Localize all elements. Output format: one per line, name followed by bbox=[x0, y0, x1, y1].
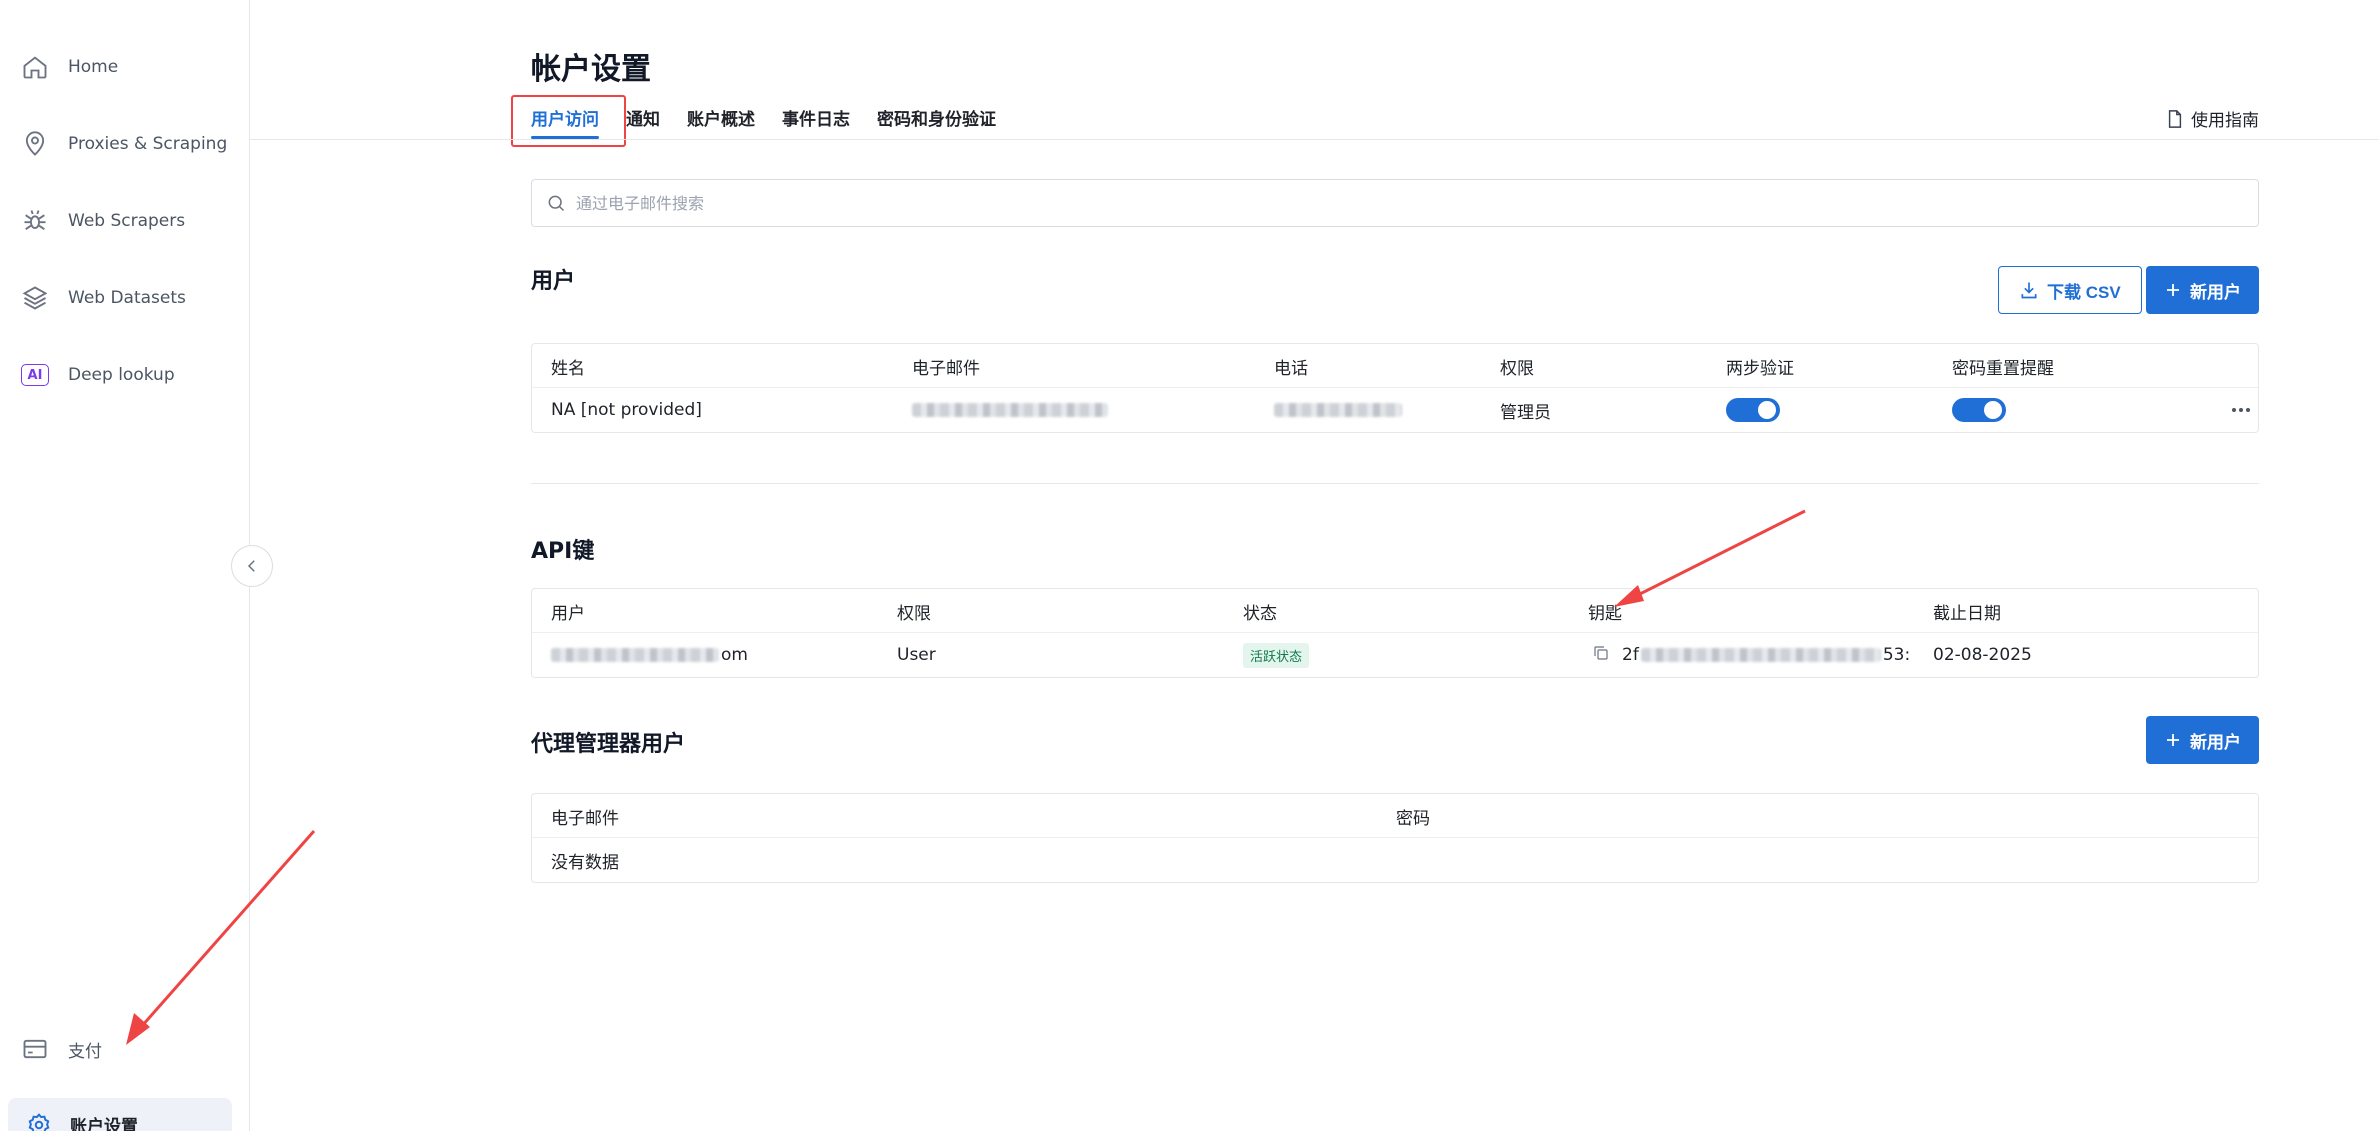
column-header: 权限 bbox=[1500, 358, 1534, 379]
api-keys-table: 用户 权限 状态 钥匙 截止日期 om User 活跃状态 2f 53: 02-… bbox=[531, 588, 2259, 678]
search-box bbox=[531, 179, 2259, 227]
copy-icon[interactable] bbox=[1592, 644, 1610, 667]
sidebar-item-deep-lookup[interactable]: AI Deep lookup bbox=[20, 355, 175, 395]
plus-icon bbox=[2167, 284, 2179, 296]
search-input[interactable] bbox=[576, 193, 2176, 213]
api-keys-section-title: API键 bbox=[531, 539, 595, 564]
sidebar-item-home[interactable]: Home bbox=[20, 47, 118, 87]
table-header-row: 用户 权限 状态 钥匙 截止日期 bbox=[532, 589, 2258, 633]
api-key-status: 活跃状态 bbox=[1243, 633, 1310, 677]
guide-link[interactable]: 使用指南 bbox=[2167, 106, 2259, 131]
download-csv-button[interactable]: 下载 CSV bbox=[1998, 266, 2142, 314]
tab-account-overview[interactable]: 账户概述 bbox=[687, 105, 755, 139]
plus-icon bbox=[2167, 734, 2179, 746]
table-header-row: 姓名 电子邮件 电话 权限 两步验证 密码重置提醒 bbox=[532, 344, 2258, 388]
card-icon bbox=[20, 1034, 50, 1064]
user-email-redacted bbox=[912, 388, 1108, 432]
table-row: NA [not provided] 管理员 bbox=[532, 388, 2258, 432]
two-factor-toggle[interactable] bbox=[1726, 398, 1780, 422]
ai-badge-icon: AI bbox=[20, 360, 50, 390]
proxy-users-table: 电子邮件 密码 没有数据 bbox=[531, 793, 2259, 883]
chevron-left-icon bbox=[247, 560, 255, 572]
column-header: 截止日期 bbox=[1933, 603, 2001, 624]
column-header: 密码重置提醒 bbox=[1952, 358, 2054, 379]
empty-state-text: 没有数据 bbox=[551, 852, 619, 873]
layers-icon bbox=[20, 283, 50, 313]
sidebar-item-label: Web Datasets bbox=[68, 288, 186, 308]
users-table: 姓名 电子邮件 电话 权限 两步验证 密码重置提醒 NA [not provid… bbox=[531, 343, 2259, 433]
password-reset-reminder-toggle[interactable] bbox=[1952, 398, 2006, 422]
sidebar-item-label: 账户设置 bbox=[70, 1117, 138, 1131]
reset-reminder-toggle-cell bbox=[1952, 388, 2006, 432]
proxy-users-section-title: 代理管理器用户 bbox=[531, 732, 686, 757]
column-header: 密码 bbox=[1396, 808, 1430, 829]
user-phone-redacted bbox=[1274, 388, 1402, 432]
sidebar-item-label: 支付 bbox=[68, 1041, 102, 1062]
add-proxy-user-button[interactable]: 新用户 bbox=[2146, 716, 2259, 764]
guide-link-label: 使用指南 bbox=[2191, 111, 2259, 131]
table-row: om User 活跃状态 2f 53: 02-08-2025 bbox=[532, 633, 2258, 677]
two-factor-toggle-cell bbox=[1726, 388, 1780, 432]
tab-password-auth[interactable]: 密码和身份验证 bbox=[877, 105, 996, 139]
tabs-divider bbox=[250, 139, 2379, 140]
download-icon bbox=[2021, 282, 2037, 299]
spider-icon bbox=[20, 206, 50, 236]
section-divider bbox=[531, 483, 2259, 484]
api-key-permission: User bbox=[897, 645, 936, 665]
api-key-expiry: 02-08-2025 bbox=[1933, 645, 2032, 665]
status-badge: 活跃状态 bbox=[1243, 642, 1310, 668]
sidebar-item-account-settings[interactable]: 账户设置 bbox=[8, 1098, 232, 1131]
column-header: 电子邮件 bbox=[912, 358, 980, 379]
search-icon bbox=[548, 195, 565, 212]
column-header: 状态 bbox=[1243, 603, 1277, 624]
gear-icon bbox=[26, 1112, 52, 1131]
sidebar-item-web-scrapers[interactable]: Web Scrapers bbox=[20, 201, 185, 241]
api-key-value: 2f 53: bbox=[1592, 633, 1910, 677]
tab-event-log[interactable]: 事件日志 bbox=[782, 105, 850, 139]
column-header: 电话 bbox=[1274, 358, 1308, 379]
user-permission: 管理员 bbox=[1500, 402, 1551, 423]
row-actions bbox=[2232, 388, 2250, 432]
sidebar-item-label: Deep lookup bbox=[68, 365, 175, 385]
api-key-user: om bbox=[551, 633, 748, 677]
document-icon bbox=[2168, 109, 2182, 128]
sidebar-item-billing[interactable]: 支付 bbox=[20, 1029, 102, 1069]
table-header-row: 电子邮件 密码 bbox=[532, 794, 2258, 838]
users-section-title: 用户 bbox=[531, 269, 576, 294]
column-header: 钥匙 bbox=[1588, 603, 1622, 624]
sidebar-item-proxies[interactable]: Proxies & Scraping bbox=[20, 124, 227, 164]
sidebar-item-label: Home bbox=[68, 57, 119, 77]
add-user-button[interactable]: 新用户 bbox=[2146, 266, 2259, 314]
sidebar-item-web-datasets[interactable]: Web Datasets bbox=[20, 278, 186, 318]
sidebar-item-label: Proxies & Scraping bbox=[68, 134, 228, 154]
location-pin-icon bbox=[20, 129, 50, 159]
page-title: 帐户设置 bbox=[531, 52, 651, 87]
more-options-icon[interactable] bbox=[2232, 408, 2250, 412]
sidebar: Home Proxies & Scraping Web Scrapers Web… bbox=[0, 0, 250, 1131]
column-header: 姓名 bbox=[551, 358, 585, 379]
tab-notifications[interactable]: 通知 bbox=[626, 105, 660, 139]
column-header: 用户 bbox=[551, 603, 585, 624]
table-row: 没有数据 bbox=[532, 838, 2258, 882]
user-name: NA [not provided] bbox=[551, 400, 702, 420]
column-header: 两步验证 bbox=[1726, 358, 1794, 379]
column-header: 电子邮件 bbox=[551, 808, 619, 829]
sidebar-item-label: Web Scrapers bbox=[68, 211, 186, 231]
sidebar-collapse-button[interactable] bbox=[231, 545, 273, 587]
column-header: 权限 bbox=[897, 603, 931, 624]
home-icon bbox=[20, 52, 50, 82]
